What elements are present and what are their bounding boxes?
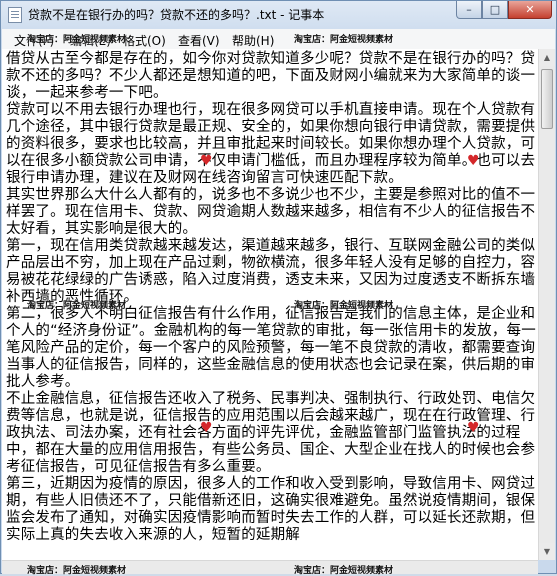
close-button[interactable]: ✕	[508, 1, 552, 19]
scroll-thumb[interactable]	[541, 69, 553, 129]
notepad-window: 贷款不是在银行办的吗？贷款不还的多吗？.txt - 记事本 – □ ✕ 文件(F…	[0, 0, 557, 576]
menu-help[interactable]: 帮助(H)	[232, 32, 274, 49]
heart-icon: ♥	[467, 420, 480, 436]
scroll-down-icon[interactable]: ▼	[539, 543, 555, 560]
menu-bar: 文件(F) 编辑(E) 格式(O) 查看(V) 帮助(H)	[2, 29, 555, 50]
notepad-icon	[8, 7, 22, 23]
heart-icon: ♥	[467, 153, 480, 169]
vertical-scrollbar[interactable]: ▲ ▼	[538, 49, 555, 560]
title-bar[interactable]: 贷款不是在银行办的吗？贷款不还的多吗？.txt - 记事本 – □ ✕	[1, 1, 556, 29]
close-icon: ✕	[525, 3, 535, 16]
heart-icon: ♥	[200, 153, 213, 169]
minimize-button[interactable]: –	[456, 1, 482, 19]
window-title: 贷款不是在银行办的吗？贷款不还的多吗？.txt - 记事本	[28, 8, 325, 22]
menu-edit[interactable]: 编辑(E)	[70, 32, 111, 49]
window-controls: – □ ✕	[456, 1, 552, 21]
document-text[interactable]: 借贷从古至今都是存在的，如今你对贷款知道多少呢？贷款不是在银行办的吗？贷款不还的…	[2, 49, 538, 544]
horizontal-scrollbar[interactable]	[2, 560, 538, 574]
scroll-up-icon[interactable]: ▲	[539, 49, 555, 66]
menu-file[interactable]: 文件(F)	[14, 32, 54, 49]
menu-view[interactable]: 查看(V)	[178, 32, 220, 49]
minimize-icon: –	[466, 3, 472, 16]
text-editor[interactable]: 借贷从古至今都是存在的，如今你对贷款知道多少呢？贷款不是在银行办的吗？贷款不还的…	[2, 49, 538, 560]
maximize-icon: □	[489, 3, 501, 16]
menu-format[interactable]: 格式(O)	[123, 32, 166, 49]
heart-icon: ♥	[200, 420, 213, 436]
maximize-button[interactable]: □	[482, 1, 508, 19]
